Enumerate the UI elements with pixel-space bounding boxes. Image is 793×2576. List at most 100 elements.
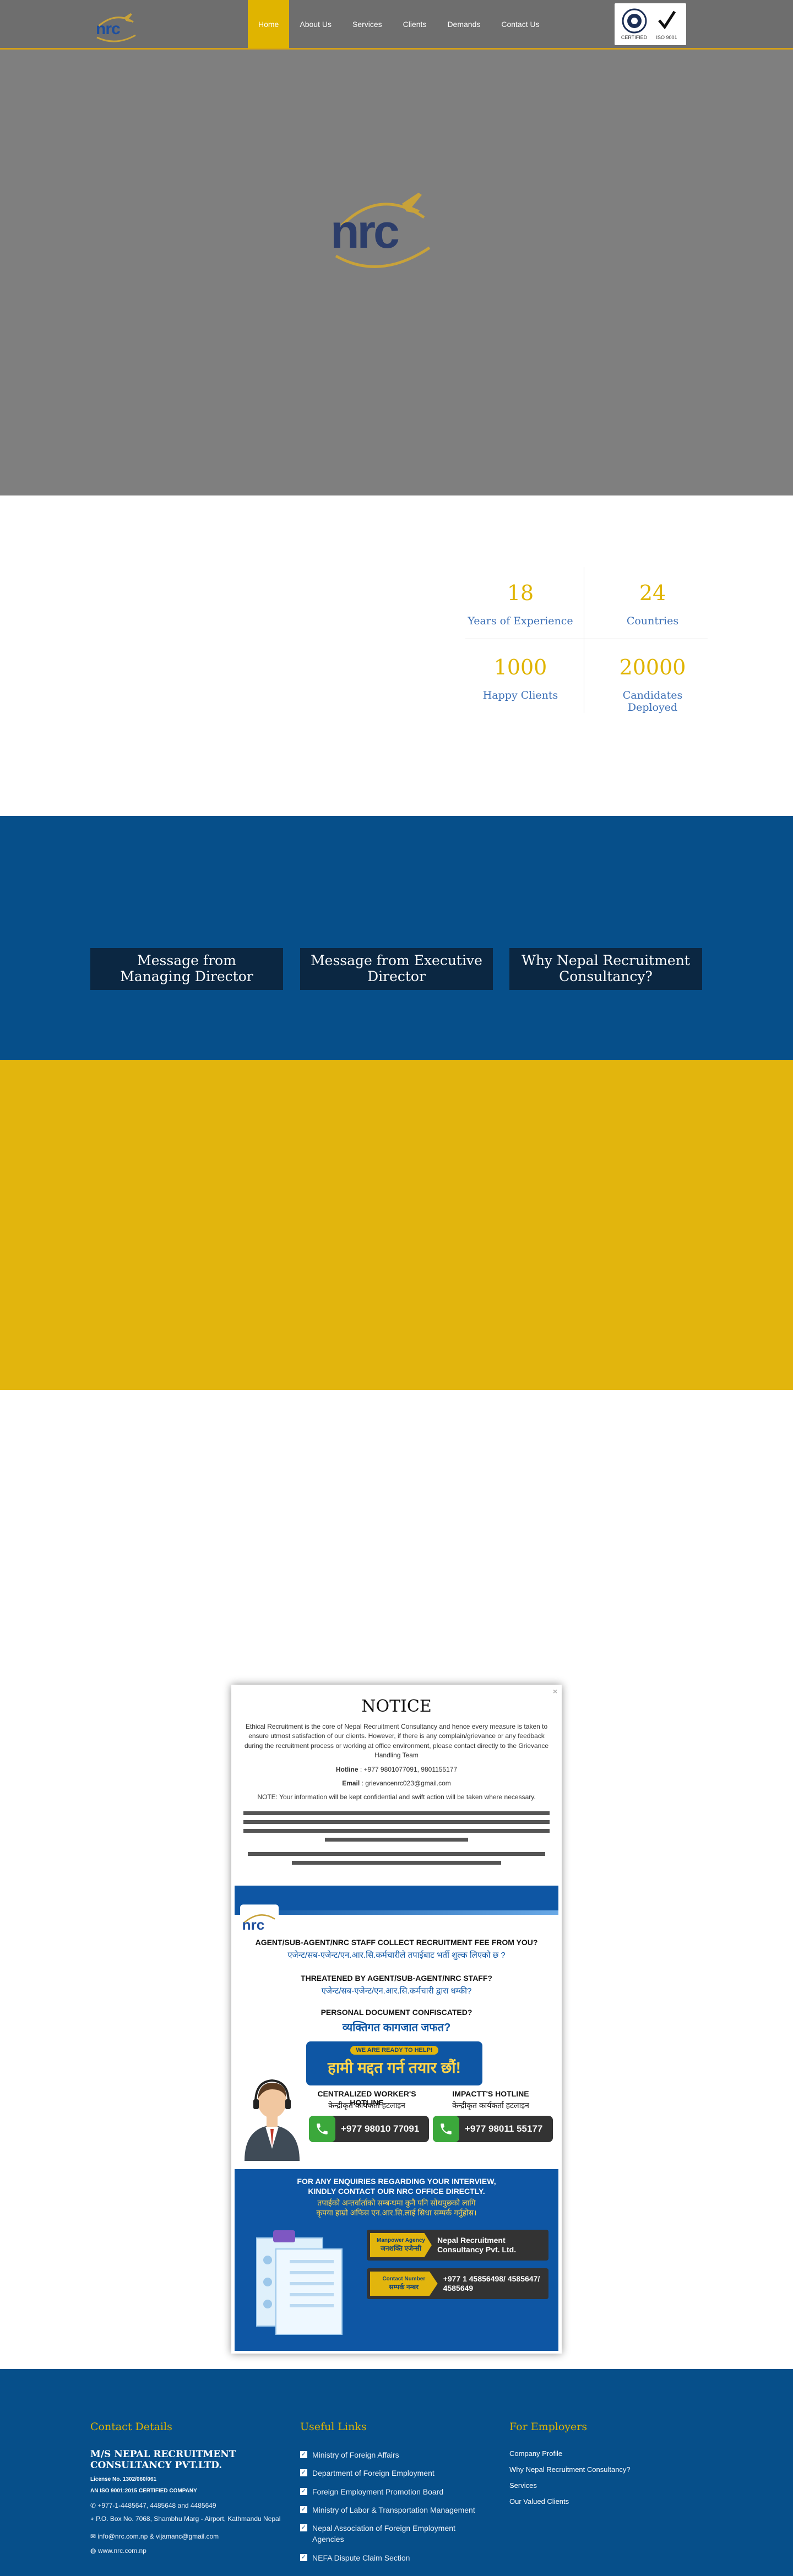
poster-gradient-band [235,1910,558,1915]
stat-label: Years of Experience [468,615,573,627]
svg-text:nrc: nrc [330,205,399,258]
stat-label: Happy Clients [482,689,558,701]
ready-to-help-bubble: WE ARE READY TO HELP! हामी मद्दत गर्न तय… [306,2041,482,2085]
employer-link[interactable]: Services [509,2481,686,2490]
footer-iso: AN ISO 9001:2015 CERTIFIED COMPANY [90,2488,197,2495]
nav-home[interactable]: Home [248,0,290,48]
poster-enquiry-panel: FOR ANY ENQUIRIES REGARDING YOUR INTERVI… [235,2169,558,2351]
poster-line1-np: एजेन्ट/सब-एजेन्ट/एन.आर.सि.कर्मचारीले तपा… [287,1951,506,1960]
employer-link[interactable]: Company Profile [509,2449,686,2458]
footer-employers-heading: For Employers [509,2421,588,2433]
nepali-text-image [243,1811,550,1865]
checkbox-icon: ✓ [300,2451,307,2458]
notice-popup: × NOTICE Ethical Recruitment is the core… [231,1685,562,2354]
footer-employers-column: For Employers Company Profile Why Nepal … [509,2421,686,2513]
footer-address: ⌖ P.O. Box No. 7068, Shambhu Marg - Airp… [90,2515,281,2523]
worker-hotline-number[interactable]: +977 98010 77091 [309,2116,429,2142]
close-icon[interactable]: × [553,1687,557,1696]
useful-link[interactable]: ✓ Department of Foreign Employment [300,2468,487,2479]
contact-tag: Contact Number सम्पर्क नम्बर [370,2272,438,2296]
globe-icon: ◍ [90,2547,98,2555]
notice-hotline: Hotline : +977 9801077091, 9801155177 [335,1765,458,1773]
impactt-hotline-np: केन्द्रीकृत कार्यकर्ता हटलाइन [452,2101,529,2110]
notice-confidential: NOTE: Your information will be kept conf… [257,1793,536,1801]
poster-line3-np: व्यक्तिगत कागजात जफत? [342,2022,451,2034]
stat-countries: 24 Countries [598,581,708,627]
stat-value: 20000 [619,655,686,679]
svg-text:nrc: nrc [96,20,120,38]
nav-about-us[interactable]: About Us [289,0,342,48]
notice-intro: Ethical Recruitment is the core of Nepal… [244,1723,549,1760]
checkbox-icon: ✓ [300,2469,307,2477]
poster-line2: THREATENED BY AGENT/SUB-AGENT/NRC STAFF? [301,1974,492,1983]
poster-line3: PERSONAL DOCUMENT CONFISCATED? [321,2008,472,2017]
why-nrc-button[interactable]: Why Nepal Recruitment Consultancy? [509,948,702,990]
agency-info: Manpower Agency जनशक्ति एजेन्सी Nepal Re… [367,2230,548,2261]
main-nav: Home About Us Services Clients Demands C… [248,0,550,48]
poster-line1: AGENT/SUB-AGENT/NRC STAFF COLLECT RECRUI… [255,1938,538,1947]
poster-line2-np: एजेन्ट/सब-एजेन्ट/एन.आर.सि.कर्मचारी द्वार… [321,1986,472,1996]
site-logo-icon[interactable]: nrc [94,6,138,44]
checkbox-icon: ✓ [300,2524,307,2532]
enquiry-line2: KINDLY CONTACT OUR NRC OFFICE DIRECTLY. [308,2187,485,2196]
useful-link[interactable]: ✓ Foreign Employment Promotion Board [300,2486,487,2497]
impactt-hotline-title: IMPACTT'S HOTLINE [452,2089,529,2098]
site-footer: Contact Details M/S NEPAL RECRUITMENT CO… [0,2369,793,2576]
enquiry-np2: कृपया हाम्रो अफिस एन.आर.सि.लाई सिधा सम्प… [316,2208,477,2217]
footer-email[interactable]: ✉ info@nrc.com.np & vijamanc@gmail.com [90,2531,289,2541]
useful-link[interactable]: ✓ Nepal Association of Foreign Employment… [300,2523,487,2545]
stat-label: Countries [626,615,679,627]
employer-link[interactable]: Why Nepal Recruitment Consultancy? [509,2465,686,2474]
executive-director-message-button[interactable]: Message from Executive Director [300,948,493,990]
seal-icon [622,8,647,34]
grievance-poster: nrc AGENT/SUB-AGENT/NRC STAFF COLLECT RE… [235,1886,558,2351]
poster-logo-icon: nrc [240,1904,279,1938]
checkbox-icon: ✓ [300,2487,307,2495]
documents-illustration [256,2230,343,2335]
phone-icon: ✆ [90,2502,98,2510]
stat-value: 24 [639,581,666,605]
checkmark-icon [658,10,676,30]
impactt-hotline-number[interactable]: +977 98011 55177 [433,2116,553,2142]
notice-title: NOTICE [361,1697,432,1716]
site-header: nrc Home About Us Services Clients Deman… [0,0,793,50]
useful-link[interactable]: ✓ NEFA Dispute Claim Section [300,2552,487,2563]
location-pin-icon: ⌖ [90,2515,96,2523]
notice-nepali-placeholder [242,1808,551,1877]
svg-text:nrc: nrc [242,1916,265,1933]
notice-body: Ethical Recruitment is the core of Nepal… [242,1722,551,1877]
footer-company-name: M/S NEPAL RECRUITMENT CONSULTANCY PVT.LT… [90,2449,236,2471]
nav-contact-us[interactable]: Contact Us [491,0,550,48]
agency-tag: Manpower Agency जनशक्ति एजेन्सी [370,2233,432,2257]
nav-clients[interactable]: Clients [393,0,437,48]
certification-badges: CERTIFIED ISO 9001 [615,3,686,45]
stat-value: 18 [507,581,534,605]
enquiry-np1: तपाईको अन्तर्वार्ताको सम्बन्धमा कुनै पनि… [317,2198,476,2207]
cert-badge-left: CERTIFIED [619,8,650,41]
checkbox-icon: ✓ [300,2553,307,2561]
useful-link[interactable]: ✓ Ministry of Foreign Affairs [300,2449,487,2460]
footer-useful-heading: Useful Links [300,2421,367,2433]
useful-link[interactable]: ✓ Ministry of Labor & Transportation Mana… [300,2504,487,2515]
footer-phone: ✆ +977-1-4485647, 4485648 and 4485649 [90,2502,216,2510]
nav-demands[interactable]: Demands [437,0,491,48]
employer-link[interactable]: Our Valued Clients [509,2497,686,2506]
stat-experience: 18 Years of Experience [465,581,575,627]
stats-section: 18 Years of Experience 24 Countries 1000… [460,551,713,716]
contact-info: Contact Number सम्पर्क नम्बर +977 1 4585… [367,2268,548,2299]
nav-services[interactable]: Services [342,0,393,48]
managing-director-message-button[interactable]: Message from Managing Director [90,948,283,990]
enquiry-line1: FOR ANY ENQUIRIES REGARDING YOUR INTERVI… [297,2177,496,2186]
footer-website[interactable]: ◍ www.nrc.com.np [90,2546,289,2556]
poster-top-band [235,1886,558,1910]
messages-section: Message from Managing Director Message f… [0,816,793,1060]
stat-label: Candidates Deployed [622,689,683,714]
support-agent-illustration [245,2079,300,2161]
stat-happy-clients: 1000 Happy Clients [465,655,575,701]
notice-email: Email : grievancenrc023@gmail.com [342,1779,451,1787]
hero-logo-icon: nrc [330,193,431,268]
footer-contact-column: Contact Details M/S NEPAL RECRUITMENT CO… [90,2421,289,2556]
hero-banner: nrc [0,0,793,495]
yellow-banner [0,1060,793,1390]
stat-candidates: 20000 Candidates Deployed [598,655,708,714]
